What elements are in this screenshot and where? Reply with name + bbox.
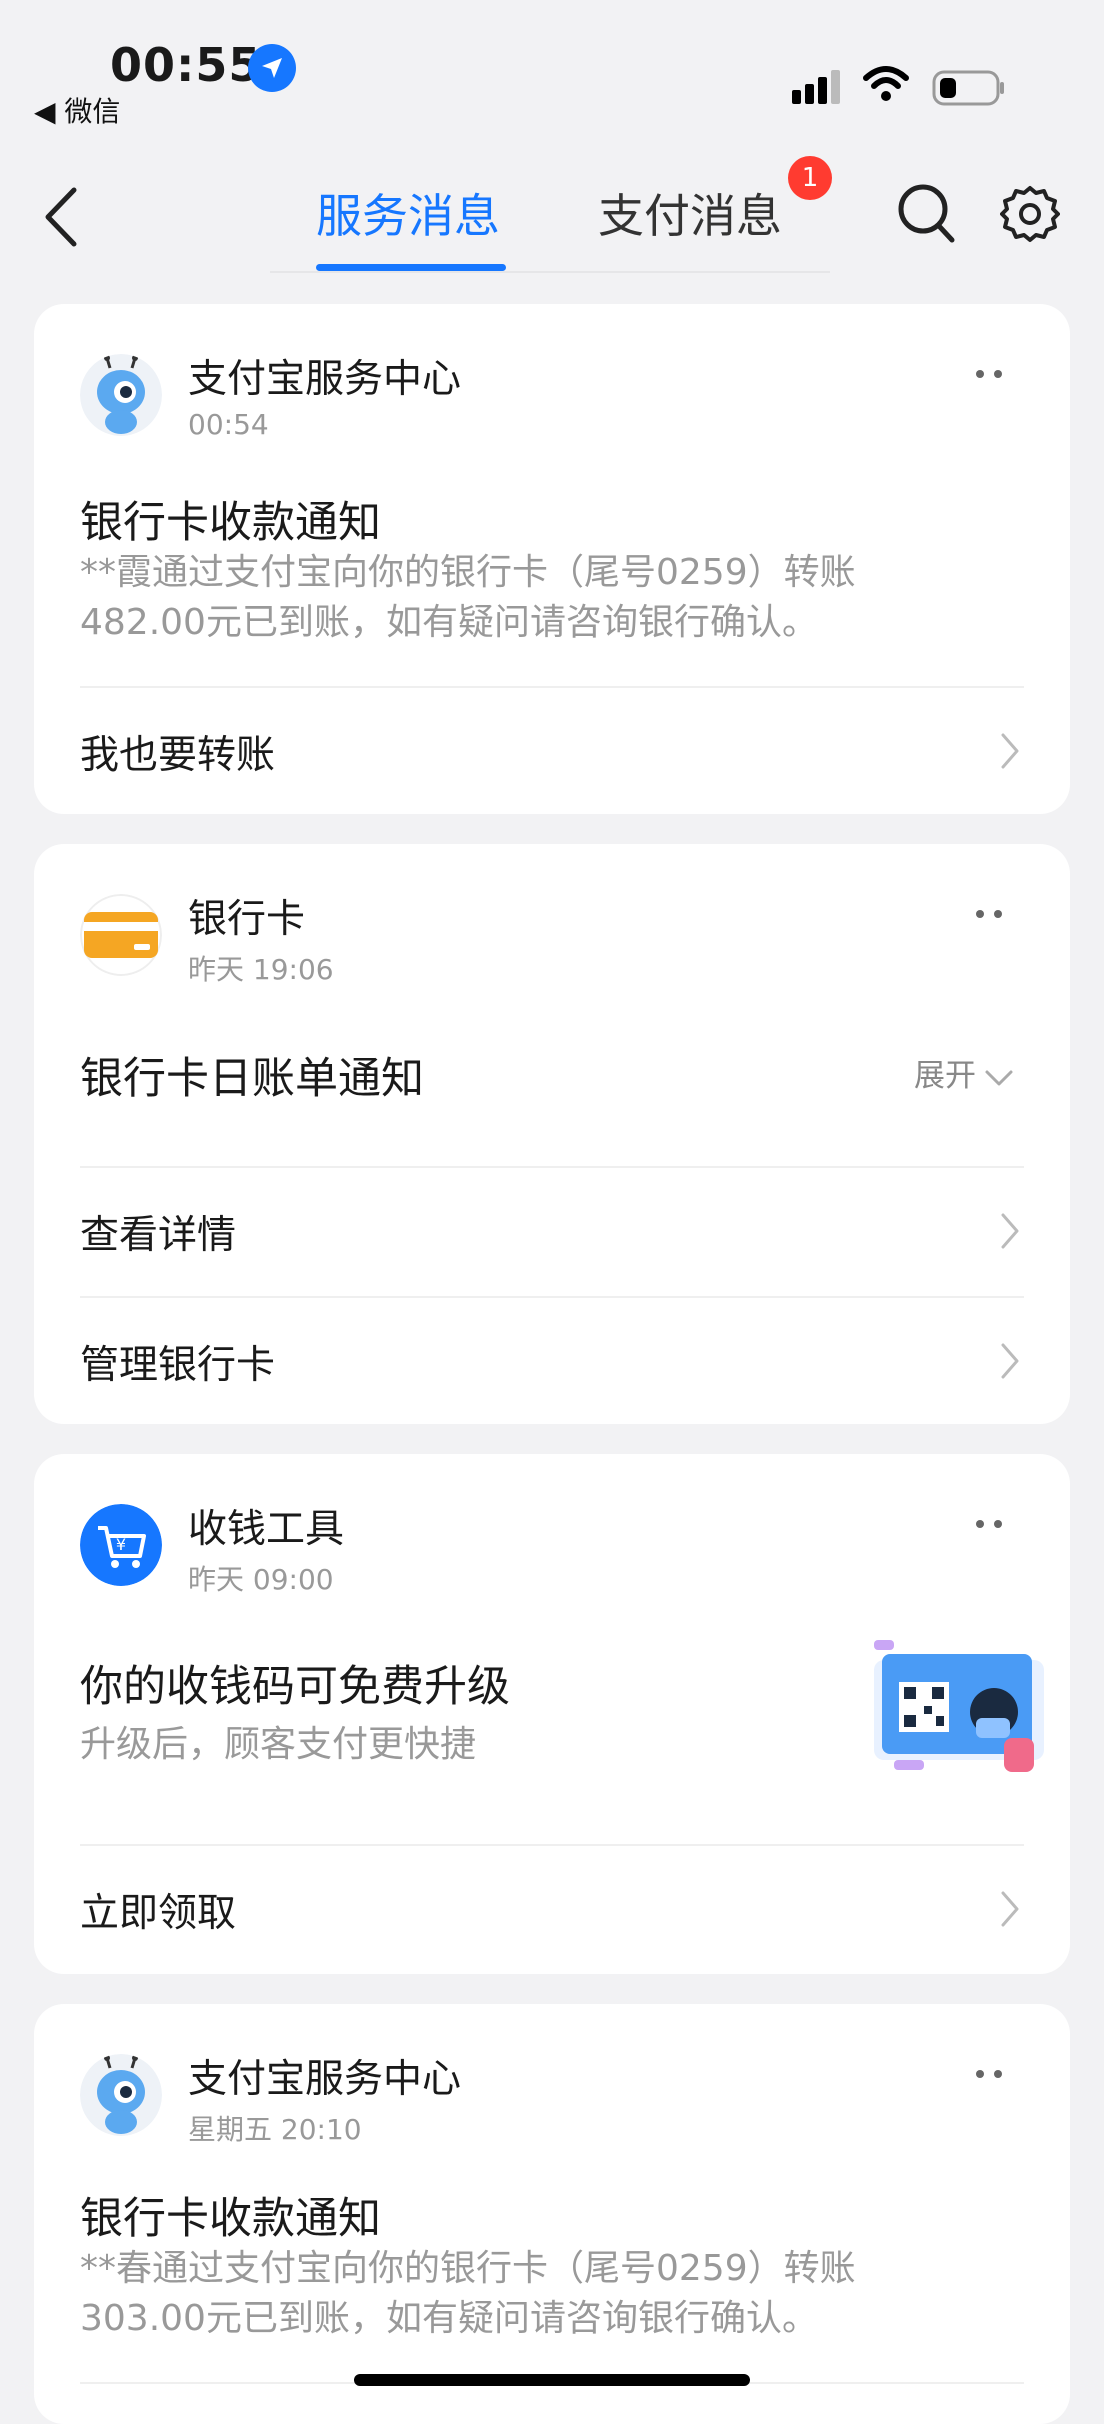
alipay-service-avatar	[80, 2054, 162, 2136]
message-body: **霞通过支付宝向你的银行卡（尾号0259）转账482.00元已到账，如有疑问请…	[80, 552, 856, 643]
home-indicator	[354, 2374, 750, 2386]
action-view-details[interactable]: 查看详情	[80, 1204, 236, 1260]
cellular-signal-icon	[792, 70, 840, 104]
message-card[interactable]: 支付宝服务中心 00:54 银行卡收款通知 **霞通过支付宝向你的银行卡（尾号0…	[34, 304, 1070, 814]
gear-icon[interactable]	[1000, 184, 1060, 244]
back-icon[interactable]	[40, 186, 80, 248]
message-title: 你的收钱码可免费升级	[80, 1662, 510, 1712]
more-icon[interactable]	[976, 370, 1002, 378]
nav-bar: 服务消息 支付消息 1	[0, 150, 1104, 280]
tab-service-messages[interactable]: 服务消息	[316, 180, 500, 246]
location-icon	[248, 44, 296, 92]
chevron-right-icon	[1001, 1343, 1019, 1379]
sender-name: 银行卡	[188, 897, 306, 942]
action-claim-now[interactable]: 立即领取	[80, 1882, 236, 1938]
back-to-app-link[interactable]: ◀ 微信	[34, 90, 120, 130]
message-time: 昨天 19:06	[188, 953, 334, 986]
divider	[80, 1166, 1024, 1168]
message-time: 昨天 09:00	[188, 1563, 334, 1596]
message-card[interactable]: 银行卡 昨天 19:06 银行卡日账单通知 展开 查看详情 管理银行卡	[34, 844, 1070, 1424]
bank-card-avatar	[80, 894, 162, 976]
sender-name: 支付宝服务中心	[188, 357, 462, 402]
message-time: 00:54	[188, 408, 269, 441]
status-bar: 00:55 ◀ 微信	[0, 0, 1104, 140]
svg-text:¥: ¥	[116, 1535, 126, 1554]
more-icon[interactable]	[976, 1520, 1002, 1528]
divider	[80, 1844, 1024, 1846]
action-transfer[interactable]: 我也要转账	[80, 724, 275, 780]
battery-icon	[932, 70, 1004, 106]
cashier-tool-avatar: ¥	[80, 1504, 162, 1586]
message-time: 星期五 20:10	[188, 2113, 362, 2146]
chevron-down-icon	[985, 1070, 1013, 1085]
unread-badge: 1	[788, 156, 832, 200]
message-title: 银行卡日账单通知	[80, 1054, 424, 1104]
sender-name: 支付宝服务中心	[188, 2057, 462, 2102]
chevron-right-icon	[1001, 733, 1019, 769]
expand-button[interactable]: 展开	[914, 1050, 1014, 1095]
message-title: 银行卡收款通知	[80, 498, 381, 548]
action-manage-bank-card[interactable]: 管理银行卡	[80, 1334, 275, 1390]
more-icon[interactable]	[976, 910, 1002, 918]
more-icon[interactable]	[976, 2070, 1002, 2078]
tab-divider	[270, 271, 830, 273]
message-card[interactable]: ¥ 收钱工具 昨天 09:00 你的收钱码可免费升级 升级后，顾客支付更快捷 立…	[34, 1454, 1070, 1974]
alipay-service-avatar	[80, 354, 162, 436]
active-tab-indicator	[316, 264, 506, 271]
wifi-icon	[863, 66, 909, 101]
message-card[interactable]: 支付宝服务中心 星期五 20:10 银行卡收款通知 **春通过支付宝向你的银行卡…	[34, 2004, 1070, 2424]
qr-code-illustration	[874, 1640, 1044, 1772]
tab-payment-messages[interactable]: 支付消息	[598, 180, 782, 246]
divider	[80, 1296, 1024, 1298]
message-body: 升级后，顾客支付更快捷	[80, 1724, 477, 1765]
message-body: **春通过支付宝向你的银行卡（尾号0259）转账303.00元已到账，如有疑问请…	[80, 2248, 856, 2339]
status-time: 00:55	[110, 38, 262, 92]
search-icon[interactable]	[896, 182, 956, 244]
chevron-right-icon	[1001, 1891, 1019, 1927]
chevron-right-icon	[1001, 1213, 1019, 1249]
sender-name: 收钱工具	[188, 1507, 345, 1552]
message-title: 银行卡收款通知	[80, 2194, 381, 2244]
divider	[80, 686, 1024, 688]
expand-label: 展开	[914, 1058, 976, 1094]
